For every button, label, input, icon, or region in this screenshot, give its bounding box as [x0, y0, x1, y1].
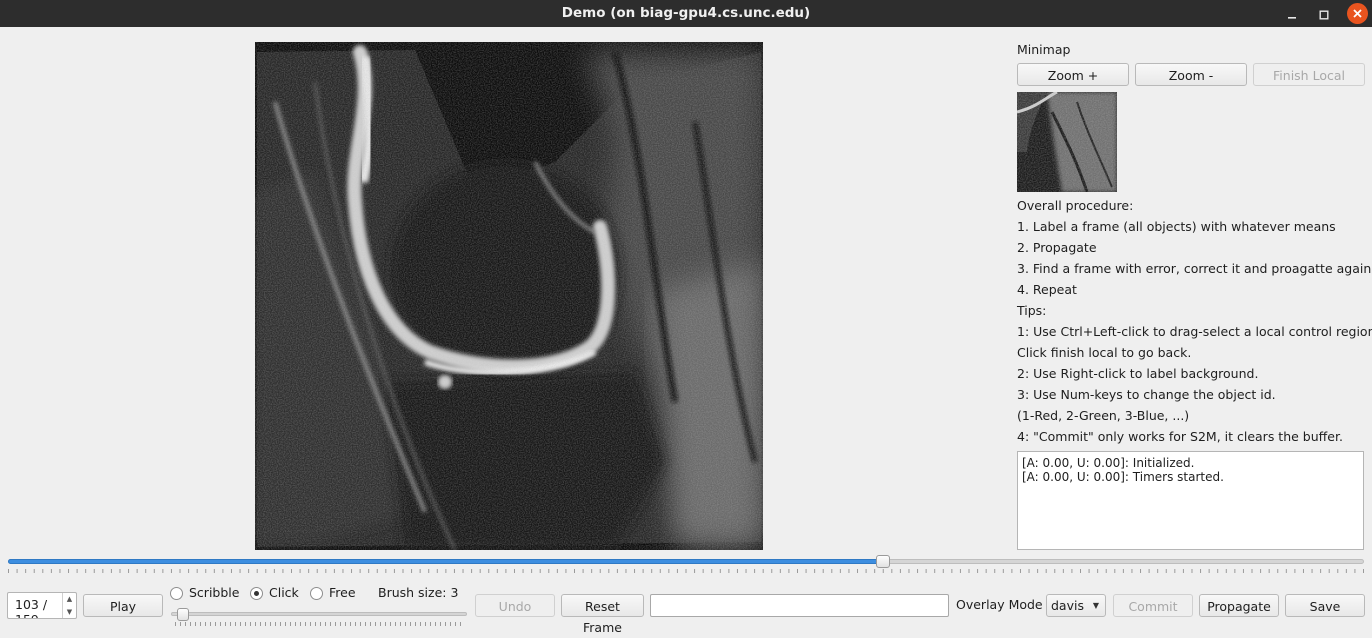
- minimize-button[interactable]: [1280, 0, 1304, 27]
- instruction-line: 2. Propagate: [1017, 240, 1097, 255]
- brush-slider-ticks: [175, 622, 461, 626]
- radio-circle: [310, 587, 323, 600]
- title-bar: Demo (on biag-gpu4.cs.unc.edu): [0, 0, 1372, 27]
- instruction-line: 4: "Commit" only works for S2M, it clear…: [1017, 429, 1343, 444]
- instruction-line: Tips:: [1017, 303, 1047, 318]
- instruction-line: 2: Use Right-click to label background.: [1017, 366, 1259, 381]
- instruction-line: Click finish local to go back.: [1017, 345, 1192, 360]
- close-icon: [1353, 9, 1362, 18]
- minimap-label: Minimap: [1017, 42, 1071, 57]
- chevron-down-icon: ▼: [1092, 601, 1099, 610]
- instruction-line: 4. Repeat: [1017, 282, 1077, 297]
- commit-button[interactable]: Commit: [1113, 594, 1193, 617]
- zoom-in-button[interactable]: Zoom +: [1017, 63, 1129, 86]
- mode-free-radio[interactable]: Free: [310, 585, 356, 601]
- log-console[interactable]: [A: 0.00, U: 0.00]: Initialized. [A: 0.0…: [1017, 451, 1364, 550]
- brush-slider-groove: [171, 612, 467, 616]
- reset-frame-button[interactable]: Reset Frame: [561, 594, 644, 635]
- main-image-canvas[interactable]: [255, 42, 763, 550]
- overlay-mode-value: davis: [1051, 598, 1084, 613]
- brush-slider-handle[interactable]: [177, 608, 189, 621]
- spinbox-arrows[interactable]: ▲ ▼: [62, 593, 76, 618]
- mode-scribble-radio[interactable]: Scribble: [170, 585, 239, 601]
- spin-down-icon[interactable]: ▼: [63, 606, 76, 618]
- undo-button[interactable]: Undo: [475, 594, 555, 617]
- instruction-line: 1. Label a frame (all objects) with what…: [1017, 219, 1336, 234]
- overlay-mode-label: Overlay Mode: [956, 597, 1043, 612]
- overlay-mode-select[interactable]: davis ▼: [1046, 594, 1106, 617]
- zoom-out-button[interactable]: Zoom -: [1135, 63, 1247, 86]
- log-line: [A: 0.00, U: 0.00]: Initialized.: [1022, 456, 1195, 470]
- instructions-panel: Overall procedure: 1. Label a frame (all…: [1017, 198, 1372, 450]
- frame-timeline-slider[interactable]: [8, 555, 1364, 579]
- instruction-line: Overall procedure:: [1017, 198, 1134, 213]
- instruction-line: 3: Use Num-keys to change the object id.: [1017, 387, 1276, 402]
- instruction-line: 1: Use Ctrl+Left-click to drag-select a …: [1017, 324, 1372, 339]
- window-title: Demo (on biag-gpu4.cs.unc.edu): [561, 5, 811, 21]
- frame-spinbox[interactable]: 103 / 159 ▲ ▼: [7, 592, 77, 619]
- radio-circle-selected: [250, 587, 263, 600]
- instruction-line: 3. Find a frame with error, correct it a…: [1017, 261, 1372, 276]
- instruction-line: (1-Red, 2-Green, 3-Blue, ...): [1017, 408, 1190, 423]
- frame-spinbox-value: 103 / 159: [15, 597, 48, 618]
- timeline-ticks: [8, 569, 1364, 573]
- propagate-button[interactable]: Propagate: [1199, 594, 1279, 617]
- mode-click-label: Click: [269, 585, 299, 600]
- minimap[interactable]: [1017, 92, 1117, 192]
- finish-local-button[interactable]: Finish Local: [1253, 63, 1365, 86]
- maximize-button[interactable]: [1312, 0, 1336, 27]
- minimap-image: [1017, 92, 1117, 192]
- mode-free-label: Free: [329, 585, 356, 600]
- mri-image: [255, 42, 763, 550]
- timeline-progress: [8, 559, 883, 564]
- mode-click-radio[interactable]: Click: [250, 585, 299, 601]
- save-button[interactable]: Save: [1285, 594, 1365, 617]
- brush-size-slider[interactable]: [171, 608, 467, 628]
- text-prompt-input[interactable]: [650, 594, 949, 617]
- minimize-icon: [1288, 16, 1296, 19]
- log-line: [A: 0.00, U: 0.00]: Timers started.: [1022, 470, 1224, 484]
- play-button[interactable]: Play: [83, 594, 163, 617]
- timeline-handle[interactable]: [876, 555, 890, 568]
- brush-size-label: Brush size: 3: [378, 585, 459, 600]
- maximize-icon: [1319, 10, 1329, 19]
- mode-scribble-label: Scribble: [189, 585, 240, 600]
- spin-up-icon[interactable]: ▲: [63, 593, 76, 606]
- close-button[interactable]: [1347, 3, 1368, 24]
- radio-circle: [170, 587, 183, 600]
